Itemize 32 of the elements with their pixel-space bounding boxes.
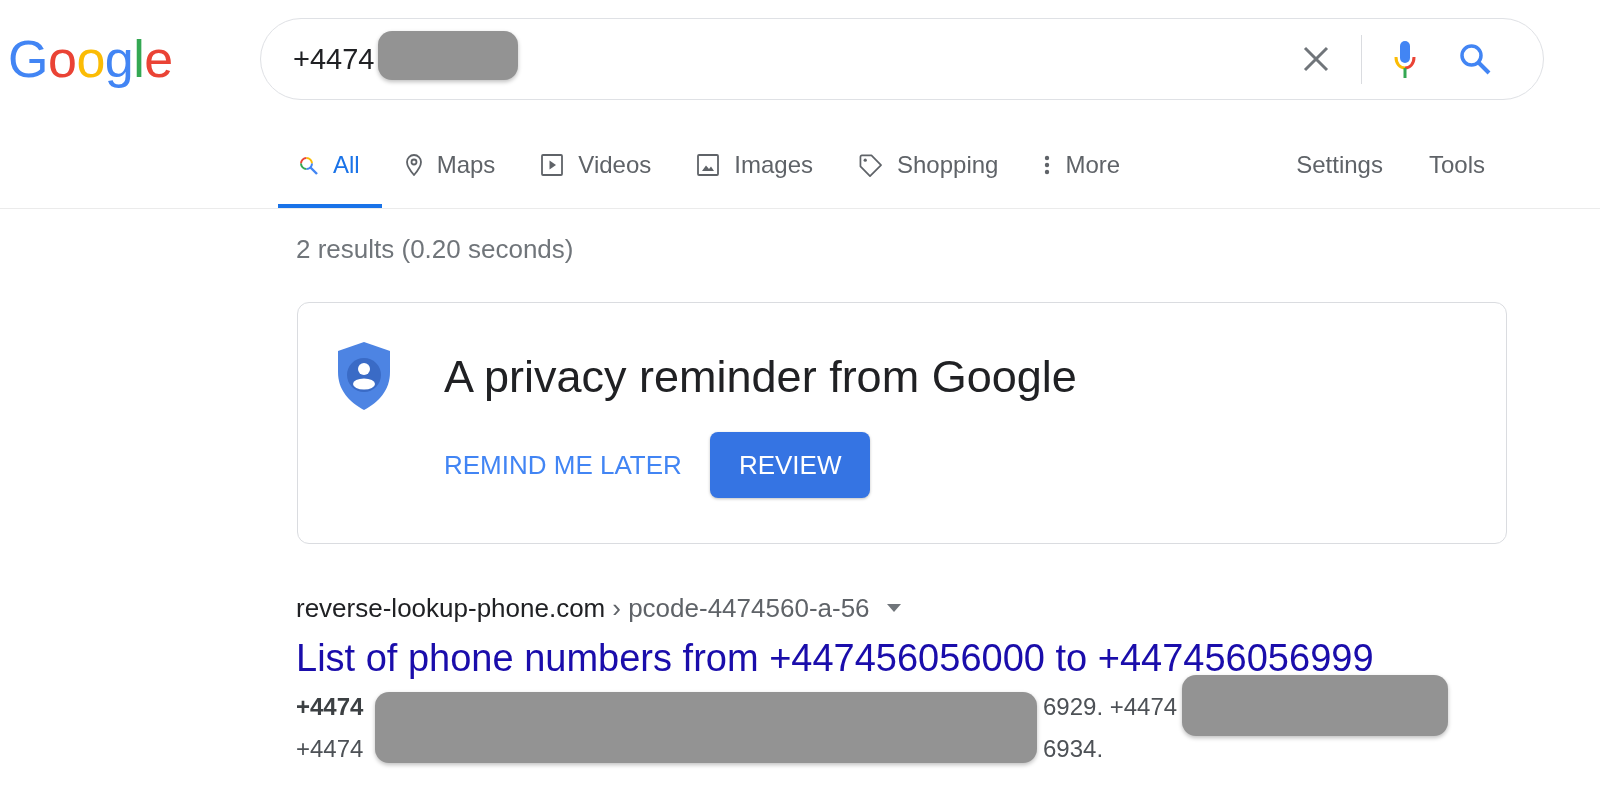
text-button[interactable]: REMIND ME LATER (444, 450, 682, 480)
google-logo[interactable]: Google (8, 29, 260, 89)
tab[interactable]: Images (677, 122, 835, 208)
primary-button[interactable]: REVIEW (709, 432, 871, 498)
tab[interactable]: More (1024, 122, 1143, 208)
tab[interactable]: All (278, 122, 382, 208)
clear-icon[interactable] (1303, 46, 1329, 72)
search-icon[interactable] (1459, 43, 1491, 75)
image-icon (697, 154, 720, 176)
tool-link[interactable]: Tools (1408, 122, 1507, 208)
snippet-text: 6929. +4474 (1043, 692, 1178, 722)
tab[interactable]: Shopping (839, 122, 1021, 208)
site-domain: reverse-lookup-phone.com (296, 592, 606, 625)
card-title: A privacy reminder from Google (444, 351, 1077, 403)
search-input[interactable]: +4474 (293, 39, 1303, 79)
snippet-text: +4474 (296, 734, 364, 764)
url-path: › pcode-4474560-a-56 (612, 592, 870, 625)
caret-icon[interactable] (886, 604, 901, 612)
tag-icon (859, 153, 882, 177)
tool-link[interactable]: Settings (1276, 122, 1405, 208)
result-title-link[interactable]: List of phone numbers from +447456056000 to +447456056999 (296, 635, 1374, 681)
more-icon (1044, 155, 1051, 175)
shield-person-icon (337, 341, 391, 411)
tab[interactable]: Videos (521, 122, 674, 208)
search-icon (298, 155, 318, 175)
result-stats: 2 results (0.20 seconds) (296, 234, 574, 264)
microphone-icon[interactable] (1393, 40, 1417, 78)
snippet-text: 6934. (1043, 734, 1104, 764)
snippet-text: +4474 (296, 692, 364, 722)
map-pin-icon (405, 154, 422, 176)
tab[interactable]: Maps (385, 122, 518, 208)
play-icon (541, 154, 564, 176)
